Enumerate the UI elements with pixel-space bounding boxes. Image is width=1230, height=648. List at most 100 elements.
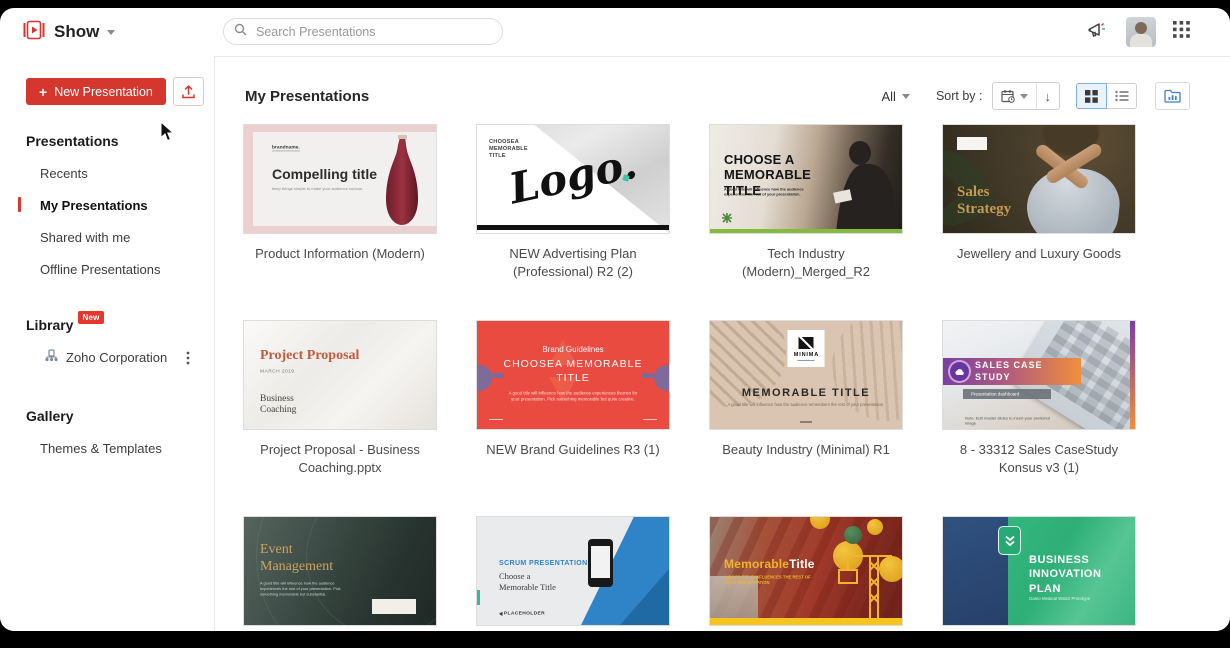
top-bar: Show	[0, 8, 1230, 56]
crane-art	[838, 555, 892, 618]
presentation-thumbnail[interactable]: SALES CASE STUDY Presentation dashboard …	[942, 320, 1136, 430]
thumb-art	[1130, 321, 1135, 429]
thumb-art	[643, 419, 657, 420]
app-window: Show Search Presentations + New Presenta…	[0, 8, 1230, 631]
thumb-logo-text: MINIMA	[793, 351, 819, 357]
analytics-button[interactable]	[1155, 82, 1190, 110]
presentation-title: Product Information (Modern)	[255, 246, 425, 261]
thumb-heading: BUSINESS INNOVATION PLAN	[1029, 554, 1102, 595]
show-logo-icon	[22, 18, 46, 47]
presentation-card[interactable]: brandname. Compelling title keep things …	[243, 124, 437, 320]
presentation-card[interactable]: CHOOSEA MEMORABLE TITLE Logo. NEW Advert…	[476, 124, 670, 320]
thumb-subtext: Gamo Medical Watch Prototype	[1029, 597, 1091, 602]
presentation-thumbnail[interactable]: Sales Strategy	[942, 124, 1136, 234]
library-section-heading: Library New	[26, 311, 214, 333]
kebab-menu-icon[interactable]	[186, 351, 190, 365]
thumb-subtext: A good title will influence how the audi…	[727, 403, 885, 408]
grid-view-button[interactable]	[1076, 83, 1107, 109]
new-presentation-label: New Presentation	[54, 84, 153, 99]
main-content: My Presentations All Sort by : ↓ brandna…	[215, 56, 1230, 631]
thumb-heading: SALES CASE STUDY	[975, 360, 1043, 382]
thumb-heading: Project Proposal	[260, 348, 360, 363]
presentation-thumbnail[interactable]: Brand Guidelines CHOOSEA MEMORABLE TITLE…	[476, 320, 670, 430]
topbar-right-icons	[1087, 17, 1208, 47]
app-logo-menu[interactable]: Show	[22, 18, 116, 47]
presentation-card[interactable]: BUSINESS INNOVATION PLAN Gamo Medical Wa…	[942, 516, 1136, 631]
presentation-title: Project Proposal - Business Coaching.ppt…	[260, 442, 420, 475]
thumb-heading: Choose a Memorable Title	[499, 571, 556, 593]
phone-art	[588, 538, 614, 587]
filter-dropdown[interactable]: All	[882, 89, 910, 104]
announcement-icon[interactable]	[1087, 20, 1109, 45]
presentation-card[interactable]: Sales Strategy Jewellery and Luxury Good…	[942, 124, 1136, 320]
presentation-thumbnail[interactable]: Project Proposal MARCH 2019 Business Coa…	[243, 320, 437, 430]
import-presentation-button[interactable]	[172, 77, 204, 106]
sort-field-dropdown[interactable]	[993, 83, 1036, 109]
presentation-grid: brandname. Compelling title keep things …	[243, 124, 1230, 631]
thumb-subtext: A good title will influence how the audi…	[508, 391, 638, 402]
presentation-card[interactable]: SCRUM PRESENTATION Choose a Memorable Ti…	[476, 516, 670, 631]
thumb-subtext: A GOOD TITLE INFLUENCES THE REST OF YOUR…	[724, 575, 811, 586]
presentation-title: Beauty Industry (Minimal) R1	[722, 442, 890, 457]
list-view-button[interactable]	[1106, 83, 1137, 109]
chevron-down-icon[interactable]	[107, 29, 116, 35]
thumb-note-text: Note: Edit master slides to insert your …	[965, 416, 1051, 427]
presentation-thumbnail[interactable]: Event Management A good title will influ…	[243, 516, 437, 626]
sidebar-item-offline-presentations[interactable]: Offline Presentations	[0, 253, 214, 285]
sidebar: + New Presentation Presentations Recents…	[0, 56, 215, 631]
sidebar-item-recents[interactable]: Recents	[0, 157, 214, 189]
thumb-art	[499, 611, 503, 616]
presentation-thumbnail[interactable]: MINIMA MEMORABLE TITLE A good title will…	[709, 320, 903, 430]
thumb-subbanner: Presentation dashboard	[963, 389, 1052, 399]
chevron-down-icon	[1019, 93, 1028, 99]
thumb-art	[814, 321, 902, 429]
thumb-art	[372, 599, 416, 614]
thumb-subtext: A good title will influence how the audi…	[724, 187, 804, 197]
thumb-date: MARCH 2019	[260, 369, 295, 374]
presentation-thumbnail[interactable]: CHOOSE A MEMORABLE TITLE A good title wi…	[709, 124, 903, 234]
presentation-card[interactable]: Event Management A good title will influ…	[243, 516, 437, 631]
thumb-kicker: SCRUM PRESENTATION	[499, 560, 588, 567]
thumb-art	[477, 365, 492, 391]
calendar-clock-icon	[1000, 90, 1015, 103]
presentation-thumbnail[interactable]: SCRUM PRESENTATION Choose a Memorable Ti…	[476, 516, 670, 626]
chevron-down-icon	[901, 93, 910, 99]
sort-control-group: ↓	[991, 82, 1060, 110]
presentation-thumbnail[interactable]: brandname. Compelling title keep things …	[243, 124, 437, 234]
apps-grid-icon[interactable]	[1173, 21, 1190, 43]
sort-by-label: Sort by :	[935, 89, 983, 103]
search-input[interactable]	[254, 23, 492, 40]
avatar-face	[1135, 22, 1147, 34]
thumb-subtext: keep things simple to make your audience…	[272, 187, 364, 192]
folder-chart-icon	[1164, 89, 1181, 103]
thumb-logo-text: PLACEHOLDER	[499, 611, 545, 616]
new-presentation-button[interactable]: + New Presentation	[26, 78, 166, 105]
thumb-heading: CHOOSEA MEMORABLE TITLE	[503, 358, 643, 385]
thumb-art	[710, 229, 902, 233]
presentation-card[interactable]: Project Proposal MARCH 2019 Business Coa…	[243, 320, 437, 516]
presentation-card[interactable]: MemorableTitle A GOOD TITLE INFLUENCES T…	[709, 516, 903, 631]
new-badge: New	[78, 311, 104, 324]
sort-direction-button[interactable]: ↓	[1035, 83, 1060, 109]
presentation-card[interactable]: MINIMA MEMORABLE TITLE A good title will…	[709, 320, 903, 516]
sidebar-item-themes-templates[interactable]: Themes & Templates	[0, 432, 214, 464]
search-bar[interactable]	[223, 18, 503, 45]
presentation-thumbnail[interactable]: MemorableTitle A GOOD TITLE INFLUENCES T…	[709, 516, 903, 626]
thumb-art	[477, 590, 480, 605]
presentation-card[interactable]: SALES CASE STUDY Presentation dashboard …	[942, 320, 1136, 516]
presentation-thumbnail[interactable]: CHOOSEA MEMORABLE TITLE Logo.	[476, 124, 670, 234]
sidebar-item-zoho-corporation[interactable]: Zoho Corporation	[0, 341, 214, 374]
user-avatar[interactable]	[1126, 17, 1156, 47]
thumb-art	[477, 225, 669, 230]
presentation-card[interactable]: Brand Guidelines CHOOSEA MEMORABLE TITLE…	[476, 320, 670, 516]
gallery-section-heading: Gallery	[26, 408, 74, 424]
sidebar-item-shared-with-me[interactable]: Shared with me	[0, 221, 214, 253]
presentation-card[interactable]: CHOOSE A MEMORABLE TITLE A good title wi…	[709, 124, 903, 320]
view-toggle-group	[1076, 83, 1137, 109]
thumb-kicker: Brand Guidelines	[542, 345, 604, 354]
sidebar-item-my-presentations[interactable]: My Presentations	[0, 189, 214, 221]
presentation-thumbnail[interactable]: BUSINESS INNOVATION PLAN Gamo Medical Wa…	[942, 516, 1136, 626]
thumb-heading: MemorableTitle	[724, 557, 815, 571]
thumb-art	[800, 421, 812, 423]
avatar-shoulders	[1130, 34, 1152, 47]
